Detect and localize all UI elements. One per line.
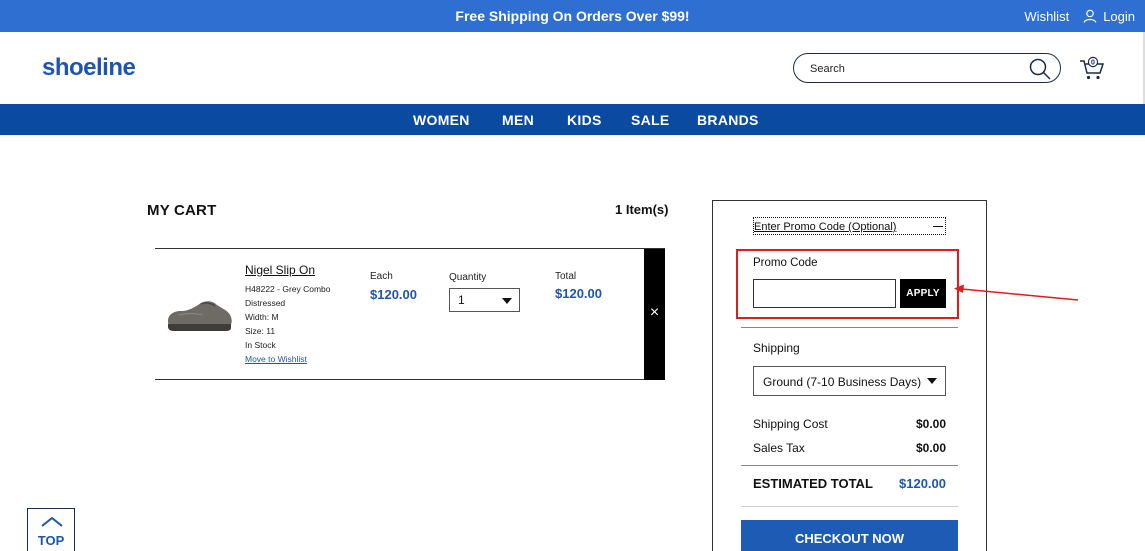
utility-links: Wishlist Login — [1024, 0, 1135, 32]
quantity-label: Quantity — [449, 272, 487, 283]
remove-item-button[interactable]: × — [644, 249, 665, 380]
chevron-up-icon — [41, 516, 63, 527]
search-input[interactable] — [810, 60, 1020, 78]
nav-item-sale[interactable]: SALE — [631, 112, 670, 128]
sales-tax-row: Sales Tax $0.00 — [753, 441, 946, 455]
free-shipping-banner: Free Shipping On Orders Over $99! — [455, 8, 690, 24]
shipping-cost-value: $0.00 — [915, 417, 946, 431]
nav-item-brands[interactable]: BRANDS — [697, 112, 759, 128]
each-price-value: $120.00 — [370, 287, 417, 302]
estimated-total-label: ESTIMATED TOTAL — [753, 476, 873, 491]
wishlist-link[interactable]: Wishlist — [1024, 9, 1069, 24]
divider — [741, 506, 958, 507]
promo-toggle-label: Enter Promo Code (Optional) — [754, 221, 897, 233]
shipping-method-select[interactable]: Ground (7-10 Business Days) — [753, 366, 946, 396]
login-label: Login — [1103, 8, 1135, 24]
shipping-label: Shipping — [753, 341, 800, 355]
search-box — [793, 53, 1061, 83]
back-to-top-label: TOP — [37, 533, 65, 548]
divider — [741, 465, 958, 466]
promo-code-toggle[interactable]: Enter Promo Code (Optional) — [753, 217, 946, 235]
announcement-bar: Free Shipping On Orders Over $99! Wishli… — [0, 0, 1145, 32]
line-total-label: Total — [555, 271, 577, 282]
shoeline-logo[interactable]: shoeline — [42, 54, 136, 82]
checkout-label: CHECKOUT NOW — [794, 531, 905, 546]
close-icon: × — [649, 304, 660, 321]
cart-item-count: 1 Item(s) — [615, 202, 669, 217]
nav-item-men[interactable]: MEN — [502, 112, 534, 128]
quantity-select[interactable]: 1 — [449, 288, 520, 312]
sales-tax-value: $0.00 — [915, 441, 946, 455]
estimated-total-row: ESTIMATED TOTAL $120.00 — [753, 476, 946, 491]
cart-count-badge: 0 — [1091, 59, 1095, 66]
search-icon[interactable] — [1028, 57, 1052, 81]
promo-code-label: Promo Code — [753, 257, 818, 269]
apply-promo-button[interactable]: APPLY — [900, 279, 946, 308]
nav-item-women[interactable]: WOMEN — [413, 112, 470, 128]
chevron-down-icon — [502, 298, 512, 304]
sales-tax-label: Sales Tax — [753, 441, 805, 455]
order-summary-panel: Enter Promo Code (Optional) Promo Code A… — [712, 200, 987, 551]
line-total-value: $120.00 — [555, 286, 602, 301]
estimated-total-value: $120.00 — [899, 476, 946, 491]
shipping-cost-row: Shipping Cost $0.00 — [753, 417, 946, 431]
shipping-cost-label: Shipping Cost — [753, 417, 828, 431]
quantity-value: 1 — [458, 293, 465, 307]
product-width: Width: M — [245, 312, 279, 322]
annotation-arrow — [954, 284, 1079, 301]
user-icon — [1083, 9, 1097, 23]
product-name-link[interactable]: Nigel Slip On — [245, 263, 315, 277]
main-nav: WOMEN MEN KIDS SALE BRANDS — [0, 104, 1145, 135]
product-stock-status: In Stock — [245, 340, 276, 350]
shipping-method-value: Ground (7-10 Business Days) — [763, 375, 922, 389]
nav-item-kids[interactable]: KIDS — [567, 112, 602, 128]
divider — [741, 327, 958, 328]
shopping-cart-icon[interactable]: 0 — [1079, 56, 1105, 82]
move-to-wishlist-link[interactable]: Move to Wishlist — [245, 354, 307, 364]
product-details: H48222 - Grey Combo Distressed Width: M … — [245, 282, 345, 352]
site-header: shoeline 0 — [0, 32, 1145, 104]
login-link[interactable]: Login — [1083, 9, 1135, 24]
checkout-now-button[interactable]: CHECKOUT NOW — [741, 520, 958, 551]
product-image[interactable] — [165, 291, 235, 337]
each-price-label: Each — [370, 271, 393, 282]
chevron-down-icon — [927, 378, 937, 384]
cart-line-item: Nigel Slip On H48222 - Grey Combo Distre… — [155, 248, 665, 380]
product-size: Size: 11 — [245, 326, 276, 336]
minus-icon — [933, 226, 943, 227]
cart-title: MY CART — [147, 202, 217, 219]
promo-code-input[interactable] — [753, 279, 896, 308]
back-to-top-button[interactable]: TOP — [27, 508, 75, 551]
product-sku-color: H48222 - Grey Combo Distressed — [245, 284, 331, 308]
